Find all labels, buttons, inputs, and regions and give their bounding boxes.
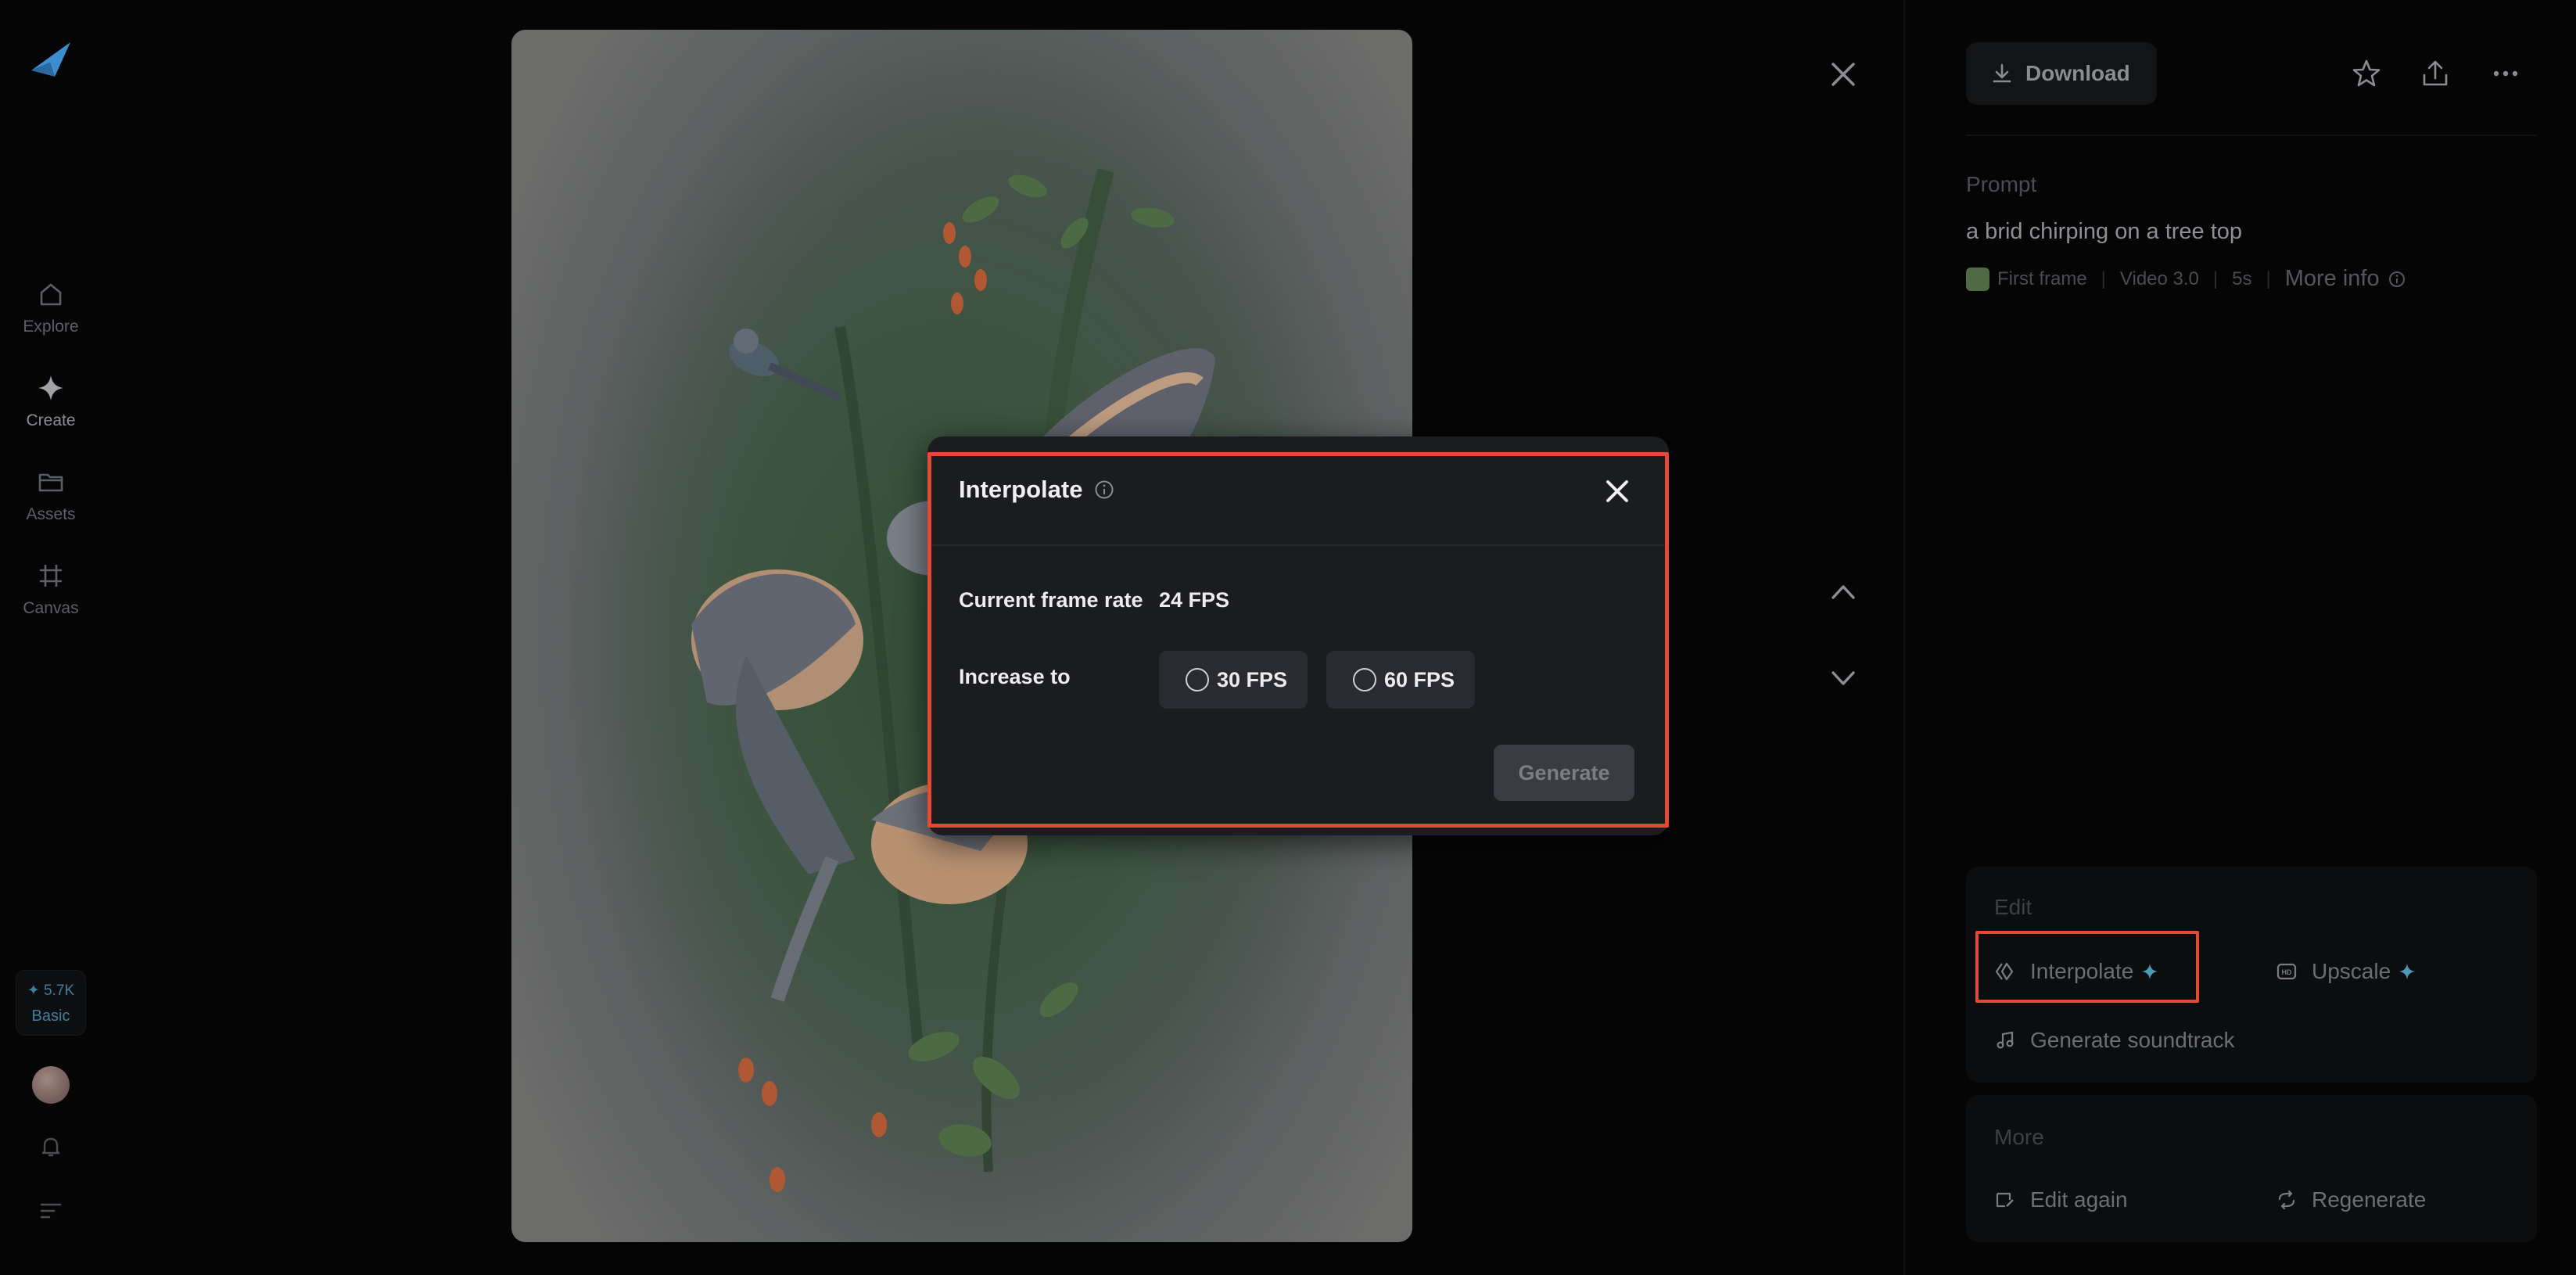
download-icon bbox=[1993, 63, 2011, 83]
avatar[interactable] bbox=[32, 1066, 70, 1104]
more-options-icon[interactable] bbox=[2488, 56, 2523, 91]
nav-label-create: Create bbox=[26, 411, 76, 429]
sparkle-icon bbox=[38, 375, 63, 400]
nav-label-canvas: Canvas bbox=[23, 599, 79, 617]
first-frame-label: First frame bbox=[1997, 268, 2087, 289]
edit-icon bbox=[1996, 1192, 2014, 1208]
model-label: Video 3.0 bbox=[2119, 268, 2199, 289]
edit-section-title: Edit bbox=[1994, 895, 2032, 919]
generate-soundtrack-label: Generate soundtrack bbox=[2030, 1028, 2235, 1052]
nav-label-assets: Assets bbox=[26, 505, 76, 523]
header-divider bbox=[1966, 135, 2537, 136]
generation-meta: First frame | Video 3.0 | 5s | More info bbox=[1966, 266, 2406, 292]
sparkle-icon bbox=[2399, 964, 2416, 979]
home-icon bbox=[40, 283, 62, 306]
credits-amount: ✦ 5.7K bbox=[27, 982, 75, 999]
bell-icon[interactable] bbox=[37, 1133, 65, 1161]
prompt-text: a brid chirping on a tree top bbox=[1966, 219, 2243, 244]
left-nav: Explore Create Assets Canvas ✦ 5.7K Basi… bbox=[0, 0, 102, 1275]
more-section-title: More bbox=[1994, 1125, 2044, 1149]
nav-item-explore[interactable]: Explore bbox=[0, 278, 102, 336]
app-logo-icon[interactable] bbox=[28, 39, 74, 83]
upscale-label: Upscale bbox=[2312, 959, 2391, 983]
edit-again-button[interactable]: Edit again bbox=[1994, 1187, 2128, 1212]
regenerate-button[interactable]: Regenerate bbox=[2276, 1187, 2426, 1212]
edit-again-label: Edit again bbox=[2030, 1187, 2128, 1212]
credits-badge[interactable]: ✦ 5.7K Basic bbox=[16, 970, 86, 1036]
folder-icon bbox=[38, 473, 63, 492]
dialog-highlight bbox=[927, 452, 1669, 828]
more-section: More Edit again Regenerate bbox=[1966, 1095, 2537, 1242]
duration-label: 5s bbox=[2232, 268, 2252, 289]
chevron-up-icon[interactable] bbox=[1827, 577, 1860, 605]
first-frame-thumbnail bbox=[1966, 267, 1989, 291]
app-root: Explore Create Assets Canvas ✦ 5.7K Basi… bbox=[0, 0, 2576, 1275]
plan-label: Basic bbox=[31, 1007, 70, 1025]
chevron-down-icon[interactable] bbox=[1827, 665, 1860, 693]
music-note-icon bbox=[1997, 1031, 2014, 1049]
upscale-button[interactable]: HD Upscale bbox=[2276, 959, 2416, 984]
panel-divider bbox=[1903, 0, 1905, 1275]
regenerate-label: Regenerate bbox=[2312, 1187, 2427, 1212]
download-button[interactable]: Download bbox=[1966, 42, 2157, 105]
share-icon[interactable] bbox=[2418, 56, 2452, 91]
nav-label-explore: Explore bbox=[23, 318, 79, 336]
info-icon[interactable] bbox=[2388, 270, 2406, 289]
star-icon[interactable] bbox=[2349, 56, 2384, 91]
nav-item-create[interactable]: Create bbox=[0, 372, 102, 430]
more-info-link[interactable]: More info bbox=[2285, 266, 2380, 292]
prompt-label: Prompt bbox=[1966, 172, 2037, 196]
nav-item-canvas[interactable]: Canvas bbox=[0, 560, 102, 618]
close-viewer-icon[interactable] bbox=[1825, 56, 1861, 92]
svg-text:HD: HD bbox=[2282, 968, 2292, 976]
generate-soundtrack-button[interactable]: Generate soundtrack bbox=[1994, 1028, 2235, 1053]
nav-item-assets[interactable]: Assets bbox=[0, 466, 102, 524]
download-label: Download bbox=[2025, 61, 2130, 85]
interpolate-highlight bbox=[1975, 931, 2199, 1003]
hd-icon: HD bbox=[2276, 963, 2297, 980]
menu-icon[interactable] bbox=[37, 1197, 65, 1225]
canvas-icon bbox=[40, 565, 62, 587]
refresh-icon bbox=[2278, 1190, 2295, 1210]
